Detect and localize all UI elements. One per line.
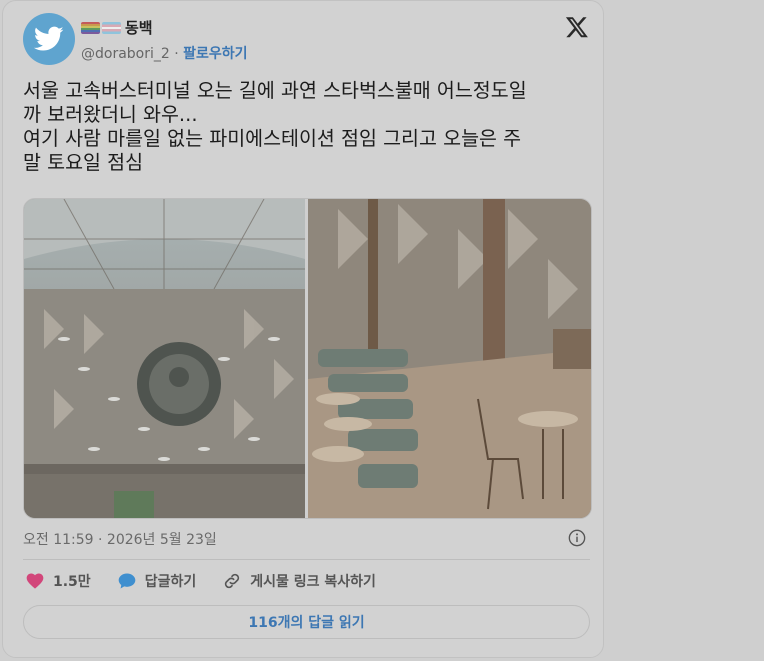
divider (23, 559, 590, 560)
starbucks-atrium-photo[interactable] (24, 199, 305, 518)
link-icon (225, 573, 240, 589)
tweet-text: 서울 고속버스터미널 오는 길에 과연 스타벅스불매 어느정도일 까 보러왔더니… (23, 79, 527, 174)
heart-icon (26, 573, 44, 589)
copy-link-label: 게시물 링크 복사하기 (250, 574, 376, 590)
trans-flag-icon (102, 21, 121, 34)
handle[interactable]: @dorabori_2 (81, 46, 170, 62)
reply-button[interactable]: 답글하기 (117, 571, 197, 591)
follow-button[interactable]: 팔로우하기 (183, 46, 247, 62)
display-name-row[interactable]: 동백 (81, 17, 153, 38)
x-logo-icon[interactable] (565, 15, 589, 39)
tweet-card: 동백 @dorabori_2 · 팔로우하기 서울 고속버스터미널 오는 길에 … (2, 0, 604, 658)
reply-label: 답글하기 (144, 574, 197, 590)
read-replies-button[interactable]: 116개의 답글 읽기 (23, 605, 590, 639)
handle-row: @dorabori_2 · 팔로우하기 (81, 43, 248, 63)
starbucks-seating-photo[interactable] (308, 199, 591, 518)
copy-link-button[interactable]: 게시물 링크 복사하기 (222, 571, 376, 591)
action-bar: 1.5만 답글하기 게시물 링크 복사하기 (25, 571, 402, 591)
like-count: 1.5만 (53, 574, 91, 590)
like-button[interactable]: 1.5만 (25, 571, 91, 591)
handle-separator: · (169, 46, 184, 62)
reply-bubble-icon (118, 573, 136, 589)
tweet-timestamp[interactable]: 오전 11:59 · 2026년 5월 23일 (23, 529, 217, 549)
twitter-bird-icon (34, 26, 64, 51)
info-icon[interactable] (568, 529, 586, 547)
avatar[interactable] (23, 13, 75, 65)
display-name[interactable]: 동백 (125, 17, 153, 38)
tweet-media[interactable] (23, 198, 592, 519)
rainbow-flag-icon (81, 21, 100, 34)
